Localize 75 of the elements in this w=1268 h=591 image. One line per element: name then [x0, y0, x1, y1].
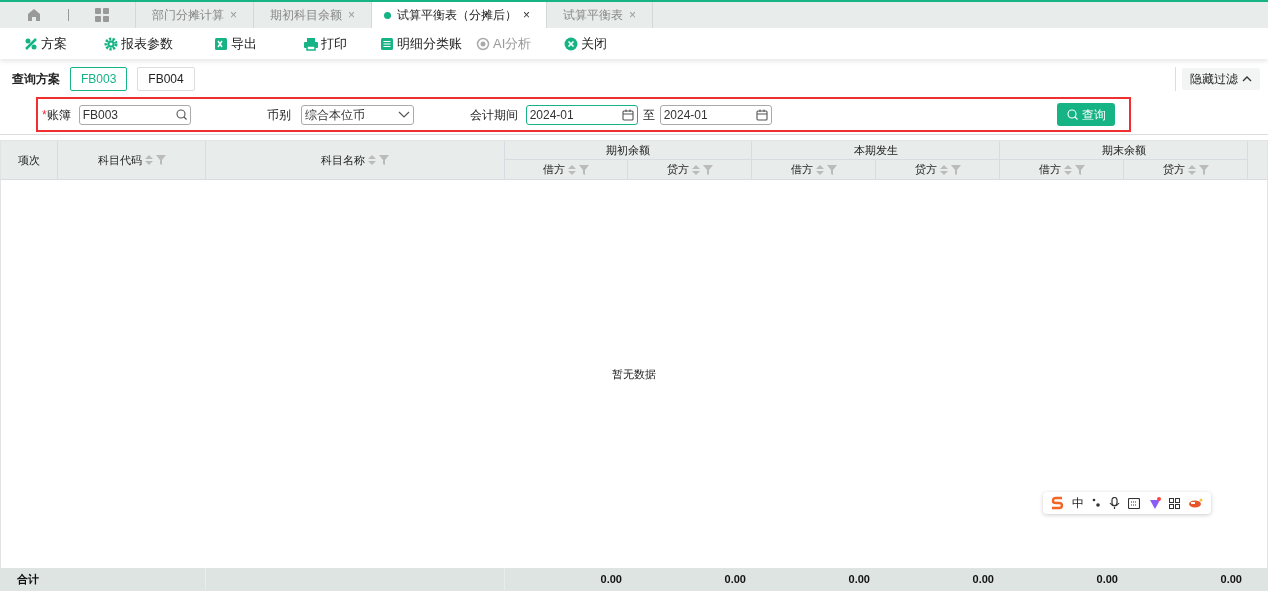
total-cell-text: 0.00 — [972, 571, 994, 587]
column-header[interactable]: 贷方 — [666, 161, 689, 178]
spreadsheet-icon — [214, 36, 228, 51]
hide-filter-button[interactable]: 隐藏过滤 — [1182, 68, 1260, 90]
period-end-field[interactable]: 2024-01 — [659, 104, 772, 125]
filter-icon[interactable] — [379, 155, 389, 165]
scheme-tab[interactable]: FB004 — [137, 67, 195, 91]
column-header[interactable]: 借方 — [1038, 161, 1061, 178]
chevron-up-icon — [1242, 75, 1252, 83]
column-header[interactable]: 贷方 — [914, 161, 937, 178]
column-group-header: 期末余额 — [1101, 142, 1146, 158]
column-header[interactable]: 借方 — [790, 161, 813, 178]
currency-dropdown[interactable]: 综合本位币 — [300, 104, 414, 125]
column-header[interactable]: 科目代码 — [97, 151, 142, 169]
total-cell-text: 0.00 — [724, 571, 746, 587]
ime-logo-icon[interactable] — [1051, 496, 1064, 510]
toolbar-button[interactable]: 导出 — [214, 33, 304, 54]
column-header[interactable]: 科目名称 — [321, 151, 365, 169]
filter-icon[interactable] — [155, 155, 166, 165]
filter-icon[interactable] — [579, 164, 589, 175]
total-label: 合计 — [17, 571, 39, 587]
column-header[interactable]: 借方 — [543, 161, 565, 178]
calendar-icon[interactable] — [755, 108, 768, 121]
filter-icon[interactable] — [950, 164, 961, 175]
filter-icon[interactable] — [1074, 164, 1085, 175]
search-icon[interactable] — [175, 109, 187, 120]
tab[interactable]: 试算平衡表（分摊后） × — [371, 2, 547, 28]
empty-message: 暂无数据 — [612, 366, 656, 382]
sort-icon[interactable] — [568, 164, 576, 175]
book-label: *账簿 — [42, 106, 71, 124]
sort-icon[interactable] — [368, 155, 376, 165]
grid-icon[interactable] — [95, 8, 109, 22]
period-label: 会计期间 — [469, 106, 518, 124]
total-cell-text: 0.00 — [1220, 571, 1242, 587]
currency-label: 币别 — [266, 106, 291, 124]
filter-icon[interactable] — [1198, 164, 1209, 175]
filter-icon[interactable] — [826, 164, 837, 175]
sort-icon[interactable] — [144, 155, 153, 165]
book-field[interactable]: FB003 — [78, 104, 191, 125]
sort-icon[interactable] — [939, 164, 948, 175]
toolbar-button[interactable]: 报表参数 — [104, 33, 214, 54]
sort-icon[interactable] — [815, 164, 824, 175]
range-separator: 至 — [642, 106, 655, 124]
column-header[interactable]: 项次 — [18, 151, 40, 169]
sort-icon[interactable] — [691, 164, 700, 175]
calendar-icon[interactable] — [621, 108, 634, 121]
keyboard-icon[interactable] — [1128, 497, 1141, 509]
column-group-header: 期初余额 — [606, 142, 650, 158]
sort-icon[interactable] — [1063, 164, 1072, 175]
home-icon[interactable] — [27, 8, 41, 22]
toolbar-button[interactable]: 方案 — [24, 33, 104, 54]
total-cell-text: 0.00 — [600, 571, 622, 587]
printer-icon — [304, 36, 318, 51]
close-icon[interactable]: × — [523, 6, 531, 24]
column-header[interactable]: 贷方 — [1162, 161, 1185, 178]
input-mode-toggle[interactable]: 中 — [1071, 494, 1084, 512]
toolbar-button[interactable]: 打印 — [304, 33, 380, 54]
period-start-field[interactable]: 2024-01 — [525, 104, 638, 125]
punctuation-icon[interactable] — [1092, 498, 1101, 508]
toolbar-button[interactable]: 关闭 — [564, 33, 644, 54]
ai-icon — [476, 36, 490, 51]
scheme-label: 查询方案 — [12, 71, 60, 88]
apps-icon[interactable] — [1169, 497, 1181, 509]
sort-icon[interactable] — [1187, 164, 1196, 175]
toolbar-button[interactable]: 明细分类账 — [380, 33, 476, 54]
total-cell-text: 0.00 — [1096, 571, 1118, 587]
close-icon — [564, 36, 578, 51]
search-icon — [1066, 109, 1078, 120]
gear-icon — [104, 36, 118, 51]
microphone-icon[interactable] — [1108, 497, 1120, 509]
filter-icon[interactable] — [702, 164, 713, 175]
chevron-down-icon — [397, 111, 410, 118]
list-icon — [380, 36, 394, 51]
column-group-header: 本期发生 — [853, 142, 898, 158]
total-cell-text: 0.00 — [848, 571, 870, 587]
